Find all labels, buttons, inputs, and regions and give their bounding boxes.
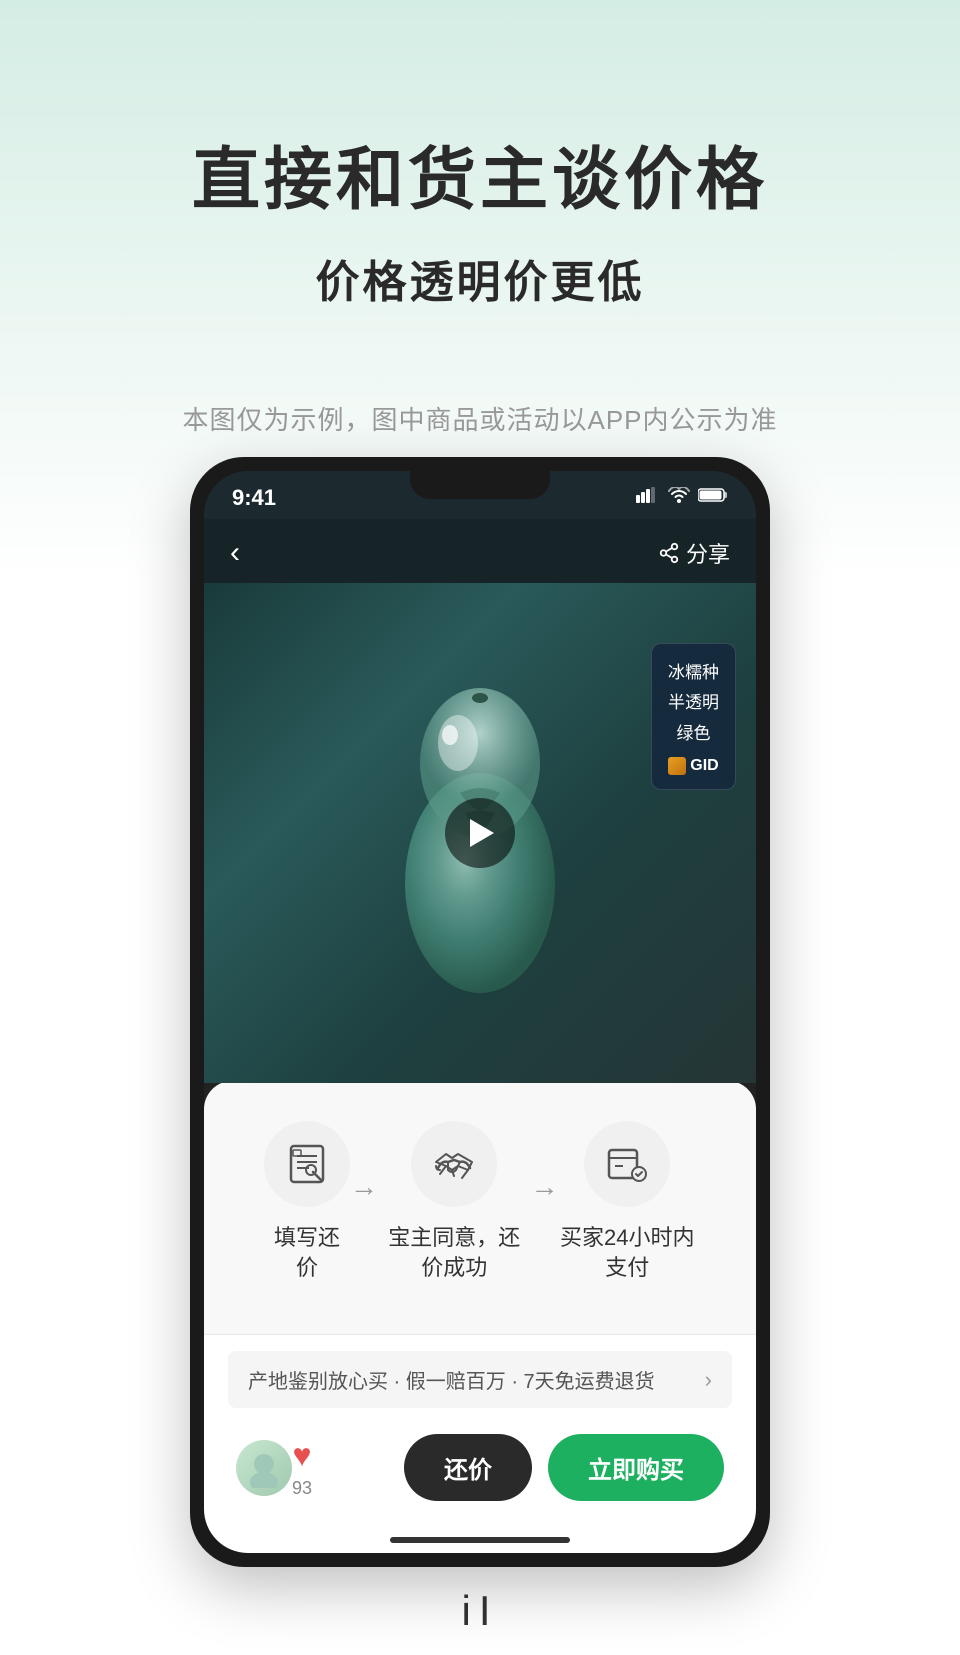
- badge-line3: 绿色: [668, 719, 719, 750]
- phone-notch: [410, 471, 550, 499]
- hero-subtitle: 价格透明价更低: [0, 246, 960, 310]
- hero-section: 直接和货主谈价格 价格透明价更低: [0, 0, 960, 340]
- card-section: 填写还价 →: [204, 1081, 756, 1335]
- phone-container: 9:41: [0, 457, 960, 1568]
- status-time: 9:41: [232, 485, 276, 511]
- battery-icon: [698, 487, 728, 508]
- step-2-icon-circle: [411, 1121, 497, 1207]
- step-1: 填写还价: [264, 1121, 350, 1285]
- step-3-label: 买家24小时内支付: [559, 1223, 696, 1285]
- share-icon: [658, 542, 680, 564]
- step-2-label: 宝主同意，还价成功: [378, 1223, 531, 1285]
- step-arrow-1: →: [350, 1171, 378, 1203]
- seller-avatar[interactable]: [236, 1440, 292, 1496]
- back-button[interactable]: ‹: [230, 538, 240, 568]
- bottom-banner: 产地鉴别放心买 · 假一赔百万 · 7天免运费退货 ›: [204, 1334, 756, 1517]
- badge-line1: 冰糯种: [668, 658, 719, 689]
- buy-now-button[interactable]: 立即购买: [548, 1434, 724, 1501]
- bottom-section: iI: [0, 1567, 960, 1655]
- step-1-icon-circle: [264, 1121, 350, 1207]
- step-3: 买家24小时内支付: [559, 1121, 696, 1285]
- phone-inner: 9:41: [204, 471, 756, 1554]
- gid-logo: GID: [668, 757, 719, 775]
- heart-icon[interactable]: ♥: [293, 1437, 312, 1474]
- banner-notice[interactable]: 产地鉴别放心买 · 假一赔百万 · 7天免运费退货 ›: [228, 1351, 732, 1408]
- badge-line2: 半透明: [668, 688, 719, 719]
- hero-title: 直接和货主谈价格: [0, 140, 960, 222]
- phone-mockup: 9:41: [190, 457, 770, 1568]
- heart-count: 93: [292, 1478, 312, 1499]
- home-indicator-area: [204, 1517, 756, 1553]
- wifi-icon: [668, 487, 690, 508]
- home-indicator: [390, 1537, 570, 1543]
- play-triangle-icon: [470, 819, 494, 847]
- counter-offer-button[interactable]: 还价: [404, 1434, 532, 1501]
- banner-notice-arrow-icon: ›: [705, 1367, 712, 1393]
- card-steps: 填写还价 →: [264, 1121, 696, 1285]
- disclaimer-text: 本图仅为示例，图中商品或活动以APP内公示为准: [0, 400, 960, 437]
- phone-topbar: ‹ 分享: [204, 519, 756, 583]
- banner-notice-text: 产地鉴别放心买 · 假一赔百万 · 7天免运费退货: [248, 1365, 655, 1394]
- jade-image-area: 冰糯种 半透明 绿色 GID: [204, 583, 756, 1083]
- gid-logo-icon: [668, 757, 686, 775]
- step-arrow-2: →: [531, 1171, 559, 1203]
- play-button[interactable]: [445, 798, 515, 868]
- bottom-indicator-text: iI: [0, 1587, 960, 1655]
- step-1-label: 填写还价: [264, 1223, 350, 1285]
- status-icons: [636, 487, 728, 508]
- step-3-icon-circle: [584, 1121, 670, 1207]
- form-icon: [285, 1142, 329, 1186]
- step-2: 宝主同意，还价成功: [378, 1121, 531, 1285]
- payment-icon: [605, 1142, 649, 1186]
- heart-area: ♥ 93: [292, 1437, 312, 1499]
- banner-bottom: ♥ 93 还价 立即购买: [228, 1424, 732, 1501]
- handshake-icon: [432, 1142, 476, 1186]
- action-buttons: 还价 立即购买: [332, 1434, 724, 1501]
- share-button[interactable]: 分享: [658, 537, 730, 569]
- signal-icon: [636, 487, 660, 508]
- gid-text: GID: [690, 757, 718, 775]
- info-badge: 冰糯种 半透明 绿色 GID: [651, 643, 736, 791]
- seller-avatar-image: [236, 1440, 292, 1496]
- share-label: 分享: [686, 537, 730, 569]
- page-wrapper: 直接和货主谈价格 价格透明价更低 本图仅为示例，图中商品或活动以APP内公示为准…: [0, 0, 960, 1655]
